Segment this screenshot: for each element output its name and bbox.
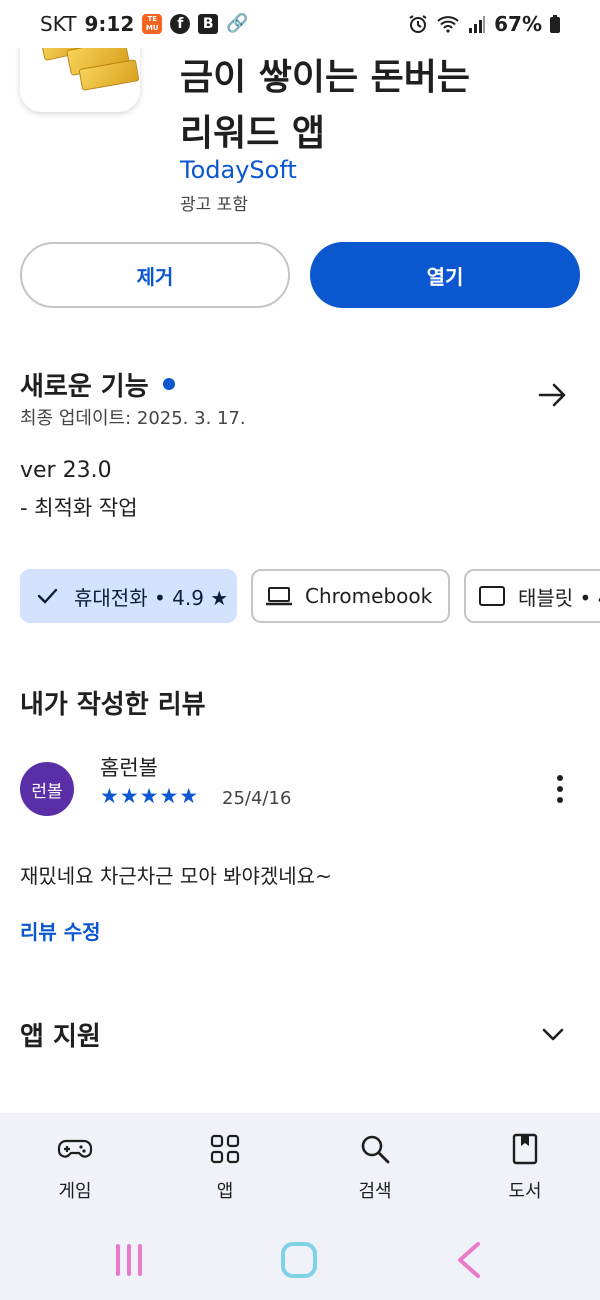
alarm-icon [409,15,427,33]
edit-review-link[interactable]: 리뷰 수정 [20,916,101,945]
b-app-notification-icon: B [198,14,219,34]
version-text: ver 23.0 [20,458,112,483]
wifi-icon [437,16,459,33]
app-title: 금이 쌓이는 돈버는 리워드 앱 [180,50,580,162]
my-review-title: 내가 작성한 리뷰 [20,690,206,720]
nav-search-label: 검색 [358,1181,392,1202]
nav-games-label: 게임 [58,1181,92,1202]
nav-apps-label: 앱 [216,1181,234,1202]
review-text: 재밌네요 차근차근 모아 봐야겠네요~ [20,864,332,888]
clock: 9:12 [84,12,135,36]
temu-notification-icon: TE MU [142,14,163,34]
battery-percent: 67% [494,12,542,36]
laptop-icon [266,587,292,606]
facebook-notification-icon: f [170,14,191,34]
chip-phone-label: 휴대전화 • 4.9 ★ [74,585,229,610]
star-rating: ★★★★★ [100,784,200,808]
chip-phone[interactable]: 휴대전화 • 4.9 ★ [20,569,237,623]
release-notes: - 최적화 작업 [20,496,138,520]
chip-chromebook-label: Chromebook [305,584,433,608]
carrier-label: SKT [40,12,77,36]
whats-new-header[interactable]: 새로운 기능 [20,366,175,403]
avatar: 런볼 [20,762,74,816]
tablet-icon [479,586,505,606]
book-icon [512,1133,538,1165]
recent-apps-icon[interactable] [116,1244,142,1276]
back-icon[interactable] [458,1242,480,1278]
nav-apps[interactable]: 앱 [175,1131,275,1203]
signal-icon [469,16,486,33]
reviewer-name: 홈런볼 [100,756,158,780]
chip-tablet-label: 태블릿 • 4 [518,585,600,610]
last-updated-label: 최종 업데이트: 2025. 3. 17. [20,408,246,429]
apps-grid-icon [210,1134,240,1164]
nav-search[interactable]: 검색 [325,1131,425,1203]
link-notification-icon: 🔗 [226,13,249,34]
developer-link[interactable]: TodaySoft [180,156,297,184]
app-support-header[interactable]: 앱 지원 [20,1016,101,1053]
nav-games[interactable]: 게임 [25,1131,125,1203]
nav-books-label: 도서 [508,1181,542,1202]
gamepad-icon [57,1139,93,1158]
battery-icon [550,15,560,33]
nav-books[interactable]: 도서 [475,1131,575,1203]
home-icon[interactable] [281,1242,317,1278]
search-icon [361,1135,390,1164]
chevron-down-icon[interactable] [540,1022,566,1048]
more-options-icon[interactable] [548,772,572,806]
review-date: 25/4/16 [222,788,292,809]
chip-chromebook[interactable]: Chromebook [251,569,450,623]
status-bar: SKT 9:12 TE MU f B 🔗 67% [0,0,600,48]
uninstall-button[interactable]: 제거 [20,242,290,308]
app-icon [20,40,140,112]
app-title-line2: 리워드 앱 [180,113,326,154]
system-navigation-bar [116,1242,480,1278]
chip-tablet[interactable]: 태블릿 • 4 [464,569,600,623]
arrow-right-icon[interactable] [536,378,570,412]
new-indicator-dot [162,377,175,390]
contains-ads-label: 광고 포함 [180,195,248,215]
whats-new-title: 새로운 기능 [20,372,149,402]
app-title-line1: 금이 쌓이는 돈버는 [180,57,471,98]
open-button[interactable]: 열기 [310,242,580,308]
check-icon [37,588,58,604]
